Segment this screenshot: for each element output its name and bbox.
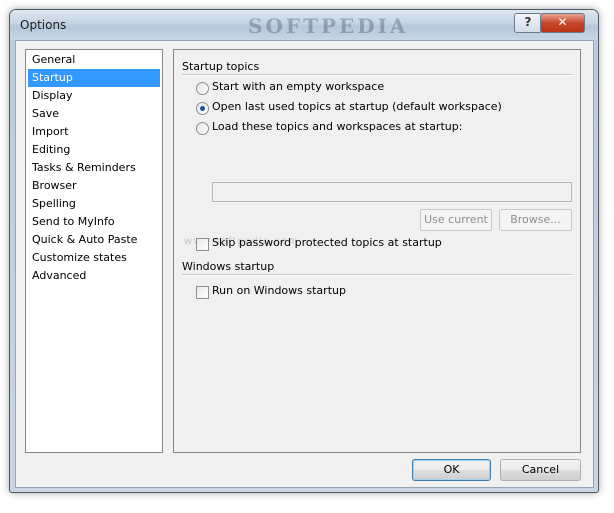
cancel-button[interactable]: Cancel [500,459,581,481]
sidebar-item-startup[interactable]: Startup [28,69,160,87]
use-current-button[interactable]: Use current [420,209,492,231]
sidebar-item-editing[interactable]: Editing [28,141,160,159]
title-bar[interactable]: Options SOFTPEDIA ? ✕ [10,10,598,40]
window-title: Options [20,18,67,32]
topics-path-input[interactable] [212,182,572,202]
radio-load-topics[interactable] [196,122,209,135]
run-on-startup-label[interactable]: Run on Windows startup [212,284,346,297]
sidebar-item-browser[interactable]: Browser [28,177,160,195]
watermark: SOFTPEDIA [248,14,409,38]
radio-empty-workspace[interactable] [196,82,209,95]
dialog-body: General Startup Display Save Import Editing Ta… [15,40,594,488]
skip-password-label[interactable]: Skip password protected topics at startu… [212,236,442,249]
sidebar-item-tasks-reminders[interactable]: Tasks & Reminders [28,159,160,177]
sidebar-item-spelling[interactable]: Spelling [28,195,160,213]
ok-button[interactable]: OK [412,459,491,481]
sidebar-item-customize-states[interactable]: Customize states [28,249,160,267]
sidebar-item-advanced[interactable]: Advanced [28,267,160,285]
startup-topics-heading: Startup topics [182,60,260,73]
windows-startup-heading: Windows startup [182,260,275,273]
divider [182,74,572,76]
sidebar-item-quick-auto-paste[interactable]: Quick & Auto Paste [28,231,160,249]
options-dialog: Options SOFTPEDIA ? ✕ General Startup Disp… [9,9,599,493]
startup-panel: Startup topics Start with an empty works… [173,49,581,453]
sidebar-item-display[interactable]: Display [28,87,160,105]
sidebar-item-import[interactable]: Import [28,123,160,141]
category-list[interactable]: General Startup Display Save Import Editing Ta… [25,49,163,453]
run-on-startup-checkbox[interactable] [196,286,209,299]
divider [182,274,572,276]
sidebar-item-send-to-myinfo[interactable]: Send to MyInfo [28,213,160,231]
close-button[interactable]: ✕ [540,13,585,33]
radio-load-topics-label[interactable]: Load these topics and workspaces at star… [212,120,462,133]
radio-last-used-topics-label[interactable]: Open last used topics at startup (defaul… [212,100,502,113]
skip-password-checkbox[interactable] [196,238,209,251]
sidebar-item-save[interactable]: Save [28,105,160,123]
radio-last-used-topics[interactable] [196,102,209,115]
help-button[interactable]: ? [514,13,542,33]
browse-button[interactable]: Browse... [499,209,572,231]
sidebar-item-general[interactable]: General [28,51,160,69]
radio-empty-workspace-label[interactable]: Start with an empty workspace [212,80,384,93]
